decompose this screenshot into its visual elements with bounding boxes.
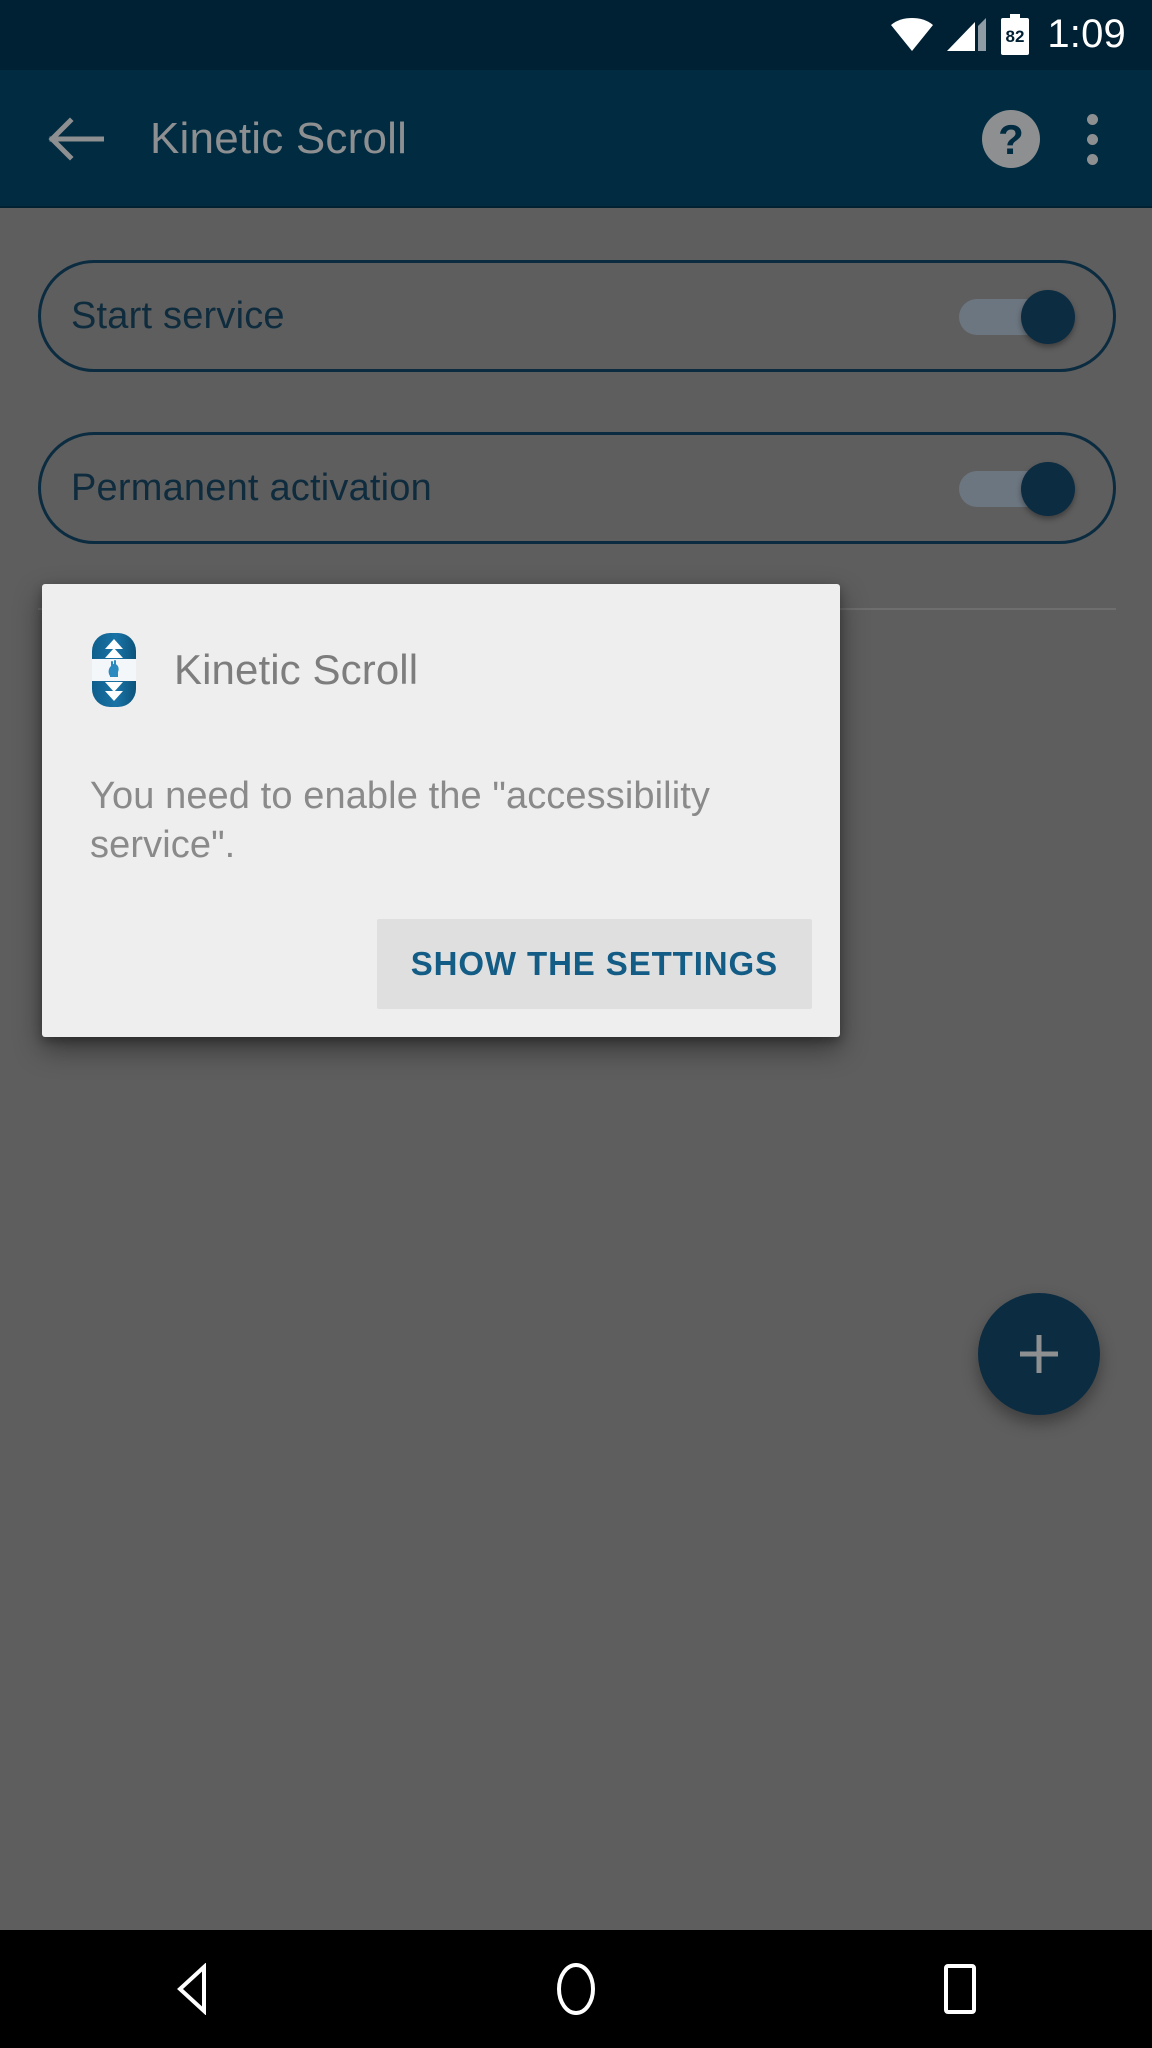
overflow-dot bbox=[1086, 113, 1098, 125]
cell-signal-icon bbox=[947, 18, 987, 51]
nav-recents-button[interactable] bbox=[890, 1930, 1030, 2048]
dialog-actions: SHOW THE SETTINGS bbox=[42, 871, 840, 1037]
back-arrow-icon bbox=[48, 117, 104, 161]
pref-label-start-service: Start service bbox=[71, 294, 285, 337]
toggle-permanent-activation[interactable] bbox=[959, 462, 1075, 516]
pref-label-permanent-activation: Permanent activation bbox=[71, 466, 432, 509]
phone-screen: 82 1:09 Kinetic Scroll ? Start service P… bbox=[0, 0, 1152, 2048]
add-fab-button[interactable] bbox=[978, 1293, 1100, 1415]
svg-text:?: ? bbox=[998, 116, 1024, 163]
system-nav-bar bbox=[0, 1930, 1152, 2048]
battery-percent-label: 82 bbox=[1006, 27, 1025, 46]
pref-row-start-service[interactable]: Start service bbox=[38, 260, 1116, 372]
overflow-dot bbox=[1086, 153, 1098, 165]
app-bar: Kinetic Scroll ? bbox=[0, 70, 1152, 208]
overflow-menu-button[interactable] bbox=[1054, 96, 1130, 182]
nav-back-button[interactable] bbox=[122, 1930, 262, 2048]
settings-content: Start service Permanent activation bbox=[0, 208, 1152, 1930]
page-title: Kinetic Scroll bbox=[150, 114, 408, 163]
plus-icon bbox=[1020, 1335, 1058, 1373]
dialog-message: You need to enable the "accessibility se… bbox=[90, 775, 710, 867]
wifi-full-icon bbox=[891, 18, 934, 51]
status-bar: 82 1:09 bbox=[0, 0, 1152, 70]
help-circle-icon: ? bbox=[982, 110, 1040, 168]
toggle-start-service[interactable] bbox=[959, 290, 1075, 344]
back-button[interactable] bbox=[28, 91, 124, 187]
status-bar-clock: 1:09 bbox=[1047, 12, 1126, 56]
nav-home-button[interactable] bbox=[506, 1930, 646, 2048]
dialog-title: Kinetic Scroll bbox=[174, 646, 419, 693]
toggle-thumb bbox=[1021, 290, 1075, 344]
help-button[interactable]: ? bbox=[968, 96, 1054, 182]
show-the-settings-button[interactable]: SHOW THE SETTINGS bbox=[376, 918, 812, 1009]
kinetic-scroll-app-icon bbox=[90, 632, 138, 708]
battery-icon: 82 bbox=[1001, 14, 1030, 55]
dialog-header: Kinetic Scroll bbox=[42, 626, 840, 714]
nav-home-circle-icon bbox=[557, 1963, 595, 2015]
pref-row-permanent-activation[interactable]: Permanent activation bbox=[38, 432, 1116, 544]
accessibility-dialog: Kinetic Scroll You need to enable the "a… bbox=[42, 584, 840, 1037]
toggle-thumb bbox=[1021, 462, 1075, 516]
overflow-dot bbox=[1086, 133, 1098, 145]
nav-recents-square-icon bbox=[944, 1964, 976, 2014]
nav-back-triangle-icon bbox=[177, 1963, 206, 2015]
